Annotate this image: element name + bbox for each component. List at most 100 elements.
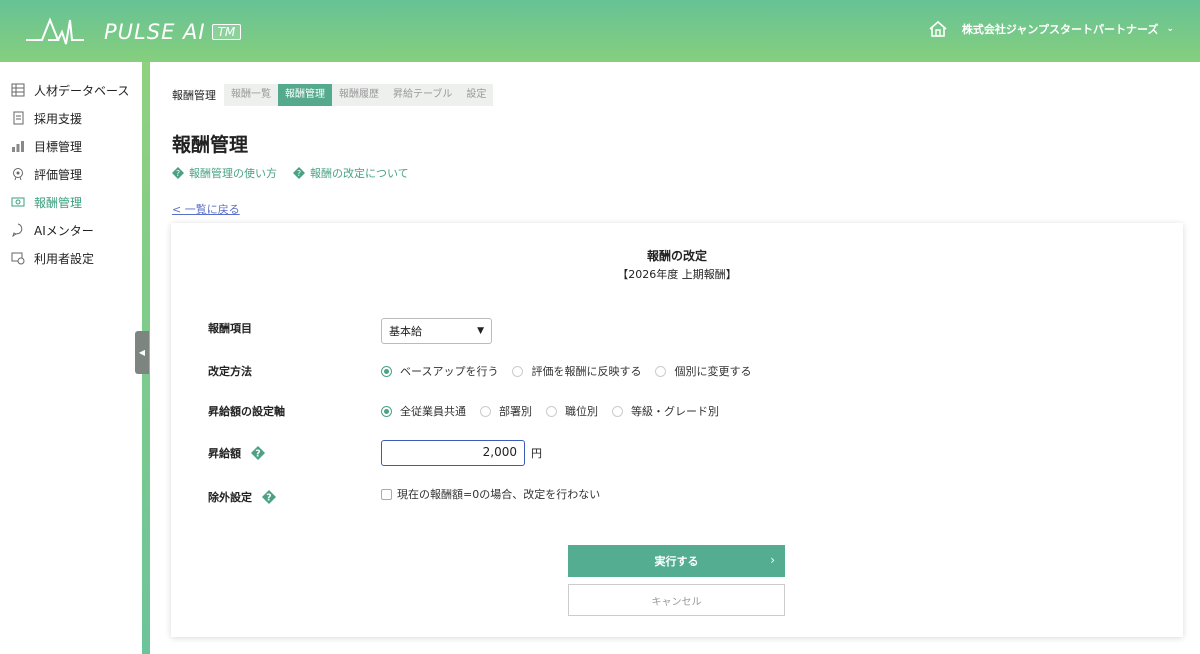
- sidebar-item-label: 人材データベース: [34, 83, 130, 98]
- cancel-button-label: キャンセル: [651, 596, 702, 608]
- axis-label: 昇給額の設定軸: [208, 403, 285, 419]
- item-label: 報酬項目: [208, 320, 252, 336]
- method-radio-group: ベースアップを行う 評価を報酬に反映する 個別に変更する: [381, 363, 765, 379]
- axis-label-text: 昇給額の設定軸: [208, 405, 285, 418]
- exclude-zero-checkbox-row[interactable]: 現在の報酬額=0の場合、改定を行わない: [381, 486, 600, 502]
- amount-field: 2,000 円: [381, 440, 542, 466]
- method-label: 改定方法: [208, 363, 252, 379]
- exclude-zero-label: 現在の報酬額=0の場合、改定を行わない: [397, 488, 601, 501]
- radio-unchecked[interactable]: [612, 405, 623, 417]
- home-icon[interactable]: [928, 20, 948, 38]
- recruit-icon: [10, 110, 26, 126]
- axis-option-all[interactable]: 全従業員共通: [381, 403, 466, 419]
- tab-reward-list[interactable]: 報酬一覧: [224, 84, 278, 106]
- sidebar-item-user-settings[interactable]: 利用者設定: [0, 244, 142, 272]
- reward-item-select[interactable]: 基本給 ▼: [381, 318, 492, 344]
- axis-option-label: 部署別: [499, 405, 532, 418]
- axis-radio-group: 全従業員共通 部署別 職位別 等級・グレード別: [381, 403, 733, 419]
- axis-option-position[interactable]: 職位別: [546, 403, 598, 419]
- sidebar-item-label: 報酬管理: [34, 195, 83, 210]
- radio-unchecked[interactable]: [546, 405, 557, 417]
- sidebar-item-evaluation[interactable]: 評価管理: [0, 160, 142, 188]
- help-links: ? 報酬管理の使い方 ? 報酬の改定について: [172, 165, 425, 181]
- amount-unit: 円: [531, 447, 542, 460]
- radio-unchecked[interactable]: [480, 405, 491, 417]
- svg-text:?: ?: [266, 493, 271, 504]
- help-diamond-icon: ?: [293, 167, 305, 179]
- breadcrumb-label: 報酬管理: [172, 89, 216, 102]
- axis-option-label: 職位別: [565, 405, 598, 418]
- radio-checked[interactable]: [381, 405, 392, 417]
- svg-text:?: ?: [297, 169, 301, 178]
- method-option-label: 個別に変更する: [674, 365, 752, 378]
- user-settings-icon: [10, 250, 26, 266]
- svg-text:?: ?: [255, 449, 260, 460]
- sidebar-item-goal[interactable]: 目標管理: [0, 132, 142, 160]
- sidebar-item-label: 採用支援: [34, 111, 83, 126]
- chevron-left-icon: ◀: [138, 348, 146, 357]
- exclude-label-text: 除外設定: [208, 491, 252, 504]
- tab-reward-history[interactable]: 報酬履歴: [332, 84, 386, 106]
- radio-unchecked[interactable]: [655, 365, 667, 377]
- item-label-text: 報酬項目: [208, 322, 252, 335]
- brand-logo[interactable]: PULSE AI TM: [24, 14, 242, 50]
- company-switcher[interactable]: 株式会社ジャンプスタートパートナーズ ⌄: [928, 20, 1174, 38]
- axis-option-department[interactable]: 部署別: [480, 403, 532, 419]
- help-diamond-icon: ?: [172, 167, 184, 179]
- sub-tabs: 報酬一覧 報酬管理 報酬履歴 昇給テーブル 設定: [224, 84, 494, 106]
- axis-option-grade[interactable]: 等級・グレード別: [612, 403, 719, 419]
- amount-label-text: 昇給額: [208, 447, 241, 460]
- reward-item-value: 基本給: [389, 325, 422, 338]
- app-header: PULSE AI TM 株式会社ジャンプスタートパートナーズ ⌄: [0, 0, 1200, 62]
- company-name: 株式会社ジャンプスタートパートナーズ: [961, 23, 1159, 36]
- cancel-button[interactable]: キャンセル: [568, 584, 785, 616]
- help-diamond-icon[interactable]: ?: [251, 446, 265, 460]
- help-link-revision[interactable]: ? 報酬の改定について: [293, 165, 409, 181]
- help-diamond-icon[interactable]: ?: [262, 490, 276, 504]
- main-content: 報酬管理 報酬一覧 報酬管理 報酬履歴 昇給テーブル 設定 報酬管理 ? 報酬管…: [150, 62, 1200, 654]
- brand-tm-badge: TM: [211, 24, 242, 40]
- sidebar-item-label: 利用者設定: [34, 251, 95, 266]
- raise-amount-input[interactable]: 2,000: [381, 440, 525, 466]
- pulse-logo-icon: [26, 17, 84, 45]
- help-link-label: 報酬管理の使い方: [189, 167, 277, 180]
- sidebar-item-recruit[interactable]: 採用支援: [0, 104, 142, 132]
- sidebar-collapse-toggle[interactable]: ◀: [135, 331, 149, 374]
- radio-checked[interactable]: [381, 365, 392, 377]
- tab-raise-table[interactable]: 昇給テーブル: [386, 84, 459, 106]
- revision-card: 報酬の改定 【2026年度 上期報酬】 報酬項目 基本給 ▼ 改定方法 ベースア…: [171, 223, 1183, 637]
- chevron-down-icon: ⌄: [1166, 24, 1174, 34]
- sidebar-item-database[interactable]: 人材データベース: [0, 76, 142, 104]
- breadcrumb: 報酬管理 報酬一覧 報酬管理 報酬履歴 昇給テーブル 設定: [172, 84, 494, 106]
- ai-mentor-icon: [10, 222, 26, 238]
- help-link-label: 報酬の改定について: [310, 167, 409, 180]
- help-link-usage[interactable]: ? 報酬管理の使い方: [172, 165, 277, 181]
- database-icon: [10, 82, 26, 98]
- run-button-label: 実行する: [654, 555, 699, 568]
- method-option-individual[interactable]: 個別に変更する: [655, 363, 751, 379]
- card-subtitle: 【2026年度 上期報酬】: [617, 268, 737, 281]
- card-title: 報酬の改定: [646, 249, 707, 263]
- method-option-baseup[interactable]: ベースアップを行う: [381, 363, 498, 379]
- sidebar-item-ai-mentor[interactable]: AIメンター: [0, 216, 142, 244]
- sidebar-item-reward[interactable]: 報酬管理: [0, 188, 142, 216]
- axis-option-label: 等級・グレード別: [631, 405, 719, 418]
- method-option-label: 評価を報酬に反映する: [531, 365, 642, 378]
- exclude-label: 除外設定 ?: [208, 489, 276, 505]
- sidebar-item-label: 目標管理: [34, 139, 83, 154]
- chevron-right-icon: ›: [770, 553, 775, 567]
- evaluation-icon: [10, 166, 26, 182]
- tab-settings[interactable]: 設定: [459, 84, 493, 106]
- goal-icon: [10, 138, 26, 154]
- run-button[interactable]: 実行する ›: [568, 545, 785, 577]
- tab-reward-management[interactable]: 報酬管理: [278, 84, 332, 106]
- radio-unchecked[interactable]: [512, 365, 524, 377]
- sidebar: 人材データベース 採用支援 目標管理 評価管理 報酬管理 AIメンター 利用者設…: [0, 62, 142, 654]
- exclude-zero-checkbox[interactable]: [381, 488, 392, 500]
- reward-icon: [10, 194, 26, 210]
- brand-name: PULSE AI: [104, 20, 206, 44]
- axis-option-label: 全従業員共通: [400, 405, 466, 418]
- back-to-list-link[interactable]: < 一覧に戻る: [172, 201, 240, 217]
- method-option-evaluation[interactable]: 評価を報酬に反映する: [512, 363, 641, 379]
- caret-down-icon: ▼: [477, 326, 484, 336]
